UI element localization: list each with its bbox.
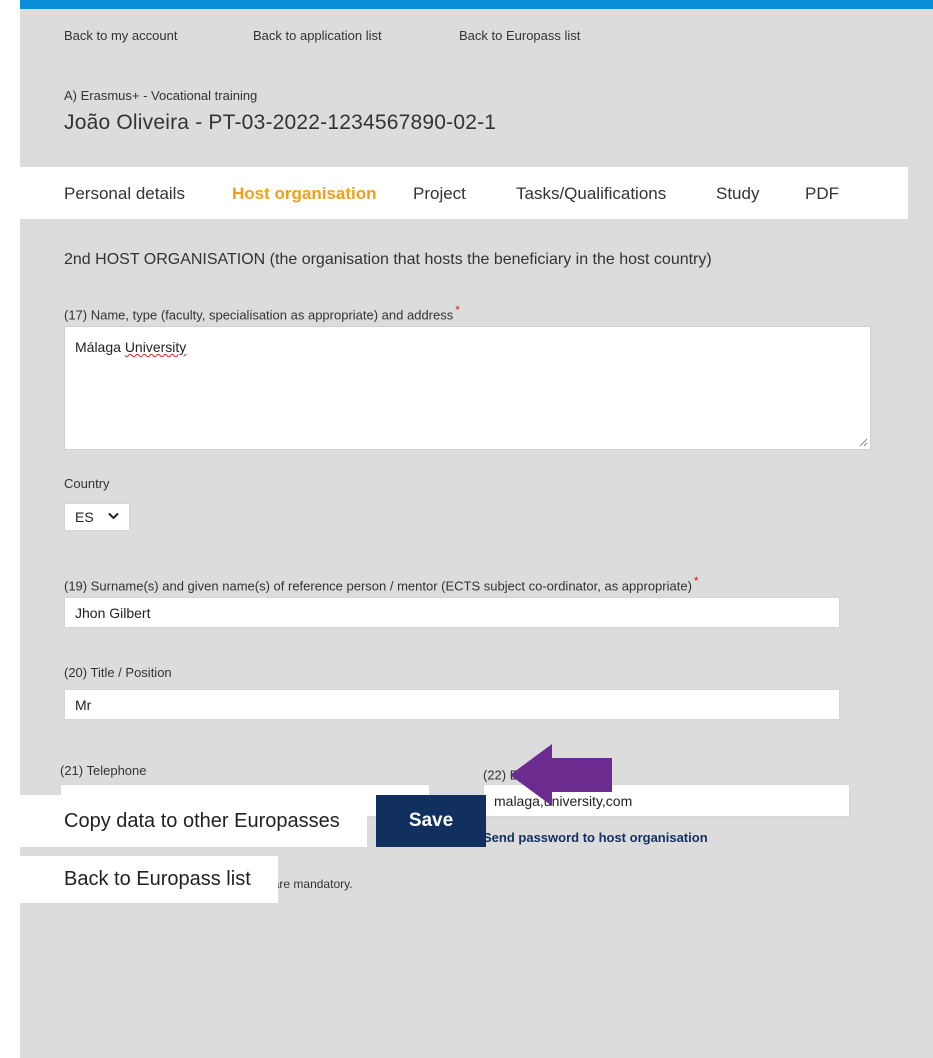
back-to-europass-list-link[interactable]: Back to Europass list xyxy=(459,28,580,43)
resize-handle-icon[interactable] xyxy=(859,438,868,447)
required-asterisk: * xyxy=(455,303,460,317)
back-to-europass-list-button[interactable]: Back to Europass list xyxy=(20,856,278,903)
arrow-left-icon xyxy=(510,744,612,811)
tab-tasks-qualifications[interactable]: Tasks/Qualifications xyxy=(516,184,666,204)
telephone-label: (21) Telephone xyxy=(60,763,147,778)
tab-host-organisation[interactable]: Host organisation xyxy=(232,184,377,204)
name-address-label: (17) Name, type (faculty, specialisation… xyxy=(64,303,460,322)
tab-study[interactable]: Study xyxy=(716,184,759,204)
send-password-link[interactable]: Send password to host organisation xyxy=(483,830,708,845)
mentor-label-text: (19) Surname(s) and given name(s) of ref… xyxy=(64,578,692,594)
back-to-application-list-link[interactable]: Back to application list xyxy=(253,28,382,43)
country-select[interactable]: ES xyxy=(64,503,130,531)
title-position-input[interactable]: Mr xyxy=(64,689,840,720)
name-address-textarea[interactable]: Málaga University xyxy=(64,326,871,450)
required-asterisk: * xyxy=(693,574,699,588)
chevron-down-icon xyxy=(108,511,119,523)
tab-personal-details[interactable]: Personal details xyxy=(64,184,185,204)
mentor-label: (19) Surname(s) and given name(s) of ref… xyxy=(64,574,699,593)
name-address-label-text: (17) Name, type (faculty, specialisation… xyxy=(64,307,454,323)
country-select-value: ES xyxy=(75,509,94,525)
page-title: João Oliveira - PT-03-2022-1234567890-02… xyxy=(64,111,497,134)
name-address-value-word1: Málaga xyxy=(75,339,121,355)
name-address-value-word2: University xyxy=(124,339,187,355)
tab-project[interactable]: Project xyxy=(413,184,466,204)
save-button[interactable]: Save xyxy=(376,795,486,847)
title-position-label: (20) Title / Position xyxy=(64,665,172,680)
tab-bar: Personal details Host organisation Proje… xyxy=(20,167,908,219)
section-heading: 2nd HOST ORGANISATION (the organisation … xyxy=(64,251,712,268)
mentor-name-input[interactable]: Jhon Gilbert xyxy=(64,597,840,628)
program-subtitle: A) Erasmus+ - Vocational training xyxy=(64,88,258,103)
country-label: Country xyxy=(64,476,110,491)
copy-data-button[interactable]: Copy data to other Europasses xyxy=(20,795,367,847)
back-to-account-link[interactable]: Back to my account xyxy=(64,28,177,43)
tab-pdf[interactable]: PDF xyxy=(805,184,839,204)
top-accent-bar xyxy=(20,0,933,9)
